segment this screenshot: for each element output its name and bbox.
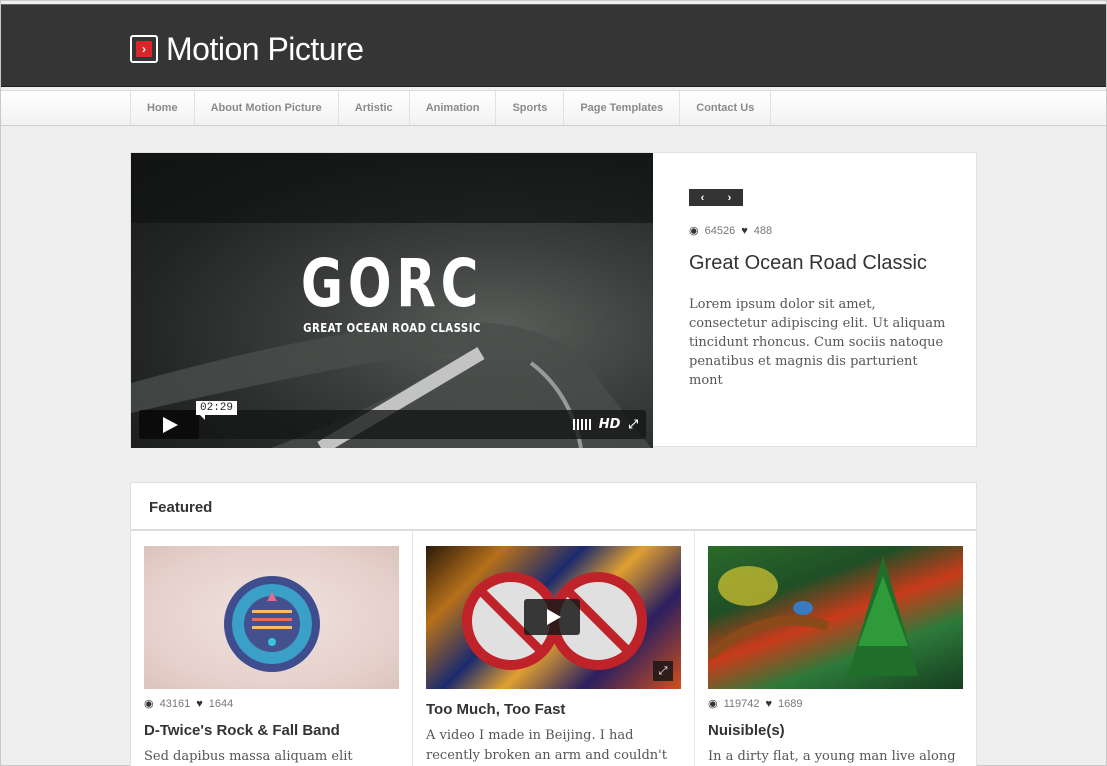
video-subtitle-overlay: GREAT OCEAN ROAD CLASSIC: [303, 321, 481, 335]
card-title[interactable]: D-Twice's Rock & Fall Band: [144, 722, 399, 739]
hero-stats: ◉ 64526 ♥ 488: [689, 224, 949, 238]
fullscreen-icon[interactable]: ⤢: [653, 661, 673, 681]
video-thumbnail[interactable]: ⤢: [426, 546, 681, 689]
nav-item-about[interactable]: About Motion Picture: [195, 91, 339, 125]
eye-icon: ◉: [708, 698, 718, 710]
video-title-overlay: GORC: [300, 245, 484, 322]
hd-toggle[interactable]: HD: [599, 417, 621, 432]
nav-item-artistic[interactable]: Artistic: [339, 91, 410, 125]
heart-icon: ♥: [765, 697, 773, 710]
featured-card: ◉ 43161 ♥ 1644 D-Twice's Rock & Fall Ban…: [131, 531, 413, 766]
featured-heading: Featured: [131, 483, 976, 531]
video-time: 02:29: [196, 401, 238, 420]
video-controls: 02:29 HD ⤢: [139, 401, 646, 439]
nav-item-contact[interactable]: Contact Us: [680, 91, 772, 125]
prev-slide-button[interactable]: ‹: [689, 189, 716, 206]
volume-icon[interactable]: [572, 419, 591, 430]
heart-icon: ♥: [741, 224, 748, 237]
play-button[interactable]: [139, 410, 199, 439]
like-count: 1689: [778, 697, 803, 710]
nav-item-page-templates[interactable]: Page Templates: [564, 91, 681, 125]
play-button[interactable]: [524, 599, 580, 635]
main-navigation: Home About Motion Picture Artistic Anima…: [1, 90, 1106, 126]
card-title[interactable]: Too Much, Too Fast: [426, 701, 681, 718]
video-thumbnail[interactable]: [708, 546, 963, 689]
heart-icon: ♥: [196, 697, 203, 710]
view-count: 43161: [159, 697, 191, 710]
card-description: In a dirty flat, a young man live along: [708, 749, 956, 764]
fullscreen-icon[interactable]: ⤢: [628, 417, 638, 432]
eye-icon: ◉: [144, 698, 154, 710]
forest-illustration: [708, 556, 918, 676]
eye-icon: ◉: [689, 225, 699, 237]
video-player[interactable]: GORC GREAT OCEAN ROAD CLASSIC 02:29 HD ⤢: [131, 153, 653, 448]
card-description: A video I made in Beijing. I had recentl…: [426, 728, 667, 763]
featured-section: Featured ◉ 43161 ♥ 1644 D-Twice's Rock &…: [130, 482, 977, 766]
play-arrow-icon: ›: [130, 35, 158, 63]
hero-info: ‹ › ◉ 64526 ♥ 488 Great Ocean Road Class…: [689, 189, 949, 390]
next-slide-button[interactable]: ›: [716, 189, 743, 206]
site-title: Motion Picture: [166, 30, 364, 67]
nav-item-home[interactable]: Home: [131, 91, 195, 125]
view-count: 64526: [704, 224, 736, 237]
card-description: Sed dapibus massa aliquam elit: [144, 749, 353, 764]
featured-card: ◉ 119742 ♥ 1689 Nuisible(s) In a dirty f…: [695, 531, 976, 766]
nav-item-sports[interactable]: Sports: [496, 91, 565, 125]
nav-item-animation[interactable]: Animation: [410, 91, 497, 125]
video-thumbnail[interactable]: [144, 546, 399, 689]
site-header: › Motion Picture: [1, 4, 1106, 87]
virus-illustration: [224, 576, 320, 672]
site-logo[interactable]: › Motion Picture: [130, 29, 364, 69]
view-count: 119742: [723, 697, 760, 710]
slider-pager: ‹ ›: [689, 189, 743, 206]
hero-description: Lorem ipsum dolor sit amet, consectetur …: [689, 297, 946, 388]
like-count: 488: [753, 224, 773, 237]
card-title[interactable]: Nuisible(s): [708, 722, 963, 739]
play-icon: [546, 609, 561, 625]
featured-card: ⤢ Too Much, Too Fast A video I made in B…: [413, 531, 695, 766]
play-icon: [163, 416, 178, 433]
hero-title[interactable]: Great Ocean Road Classic: [689, 251, 949, 275]
like-count: 1644: [208, 697, 234, 710]
hero-slider: GORC GREAT OCEAN ROAD CLASSIC 02:29 HD ⤢…: [130, 152, 977, 448]
